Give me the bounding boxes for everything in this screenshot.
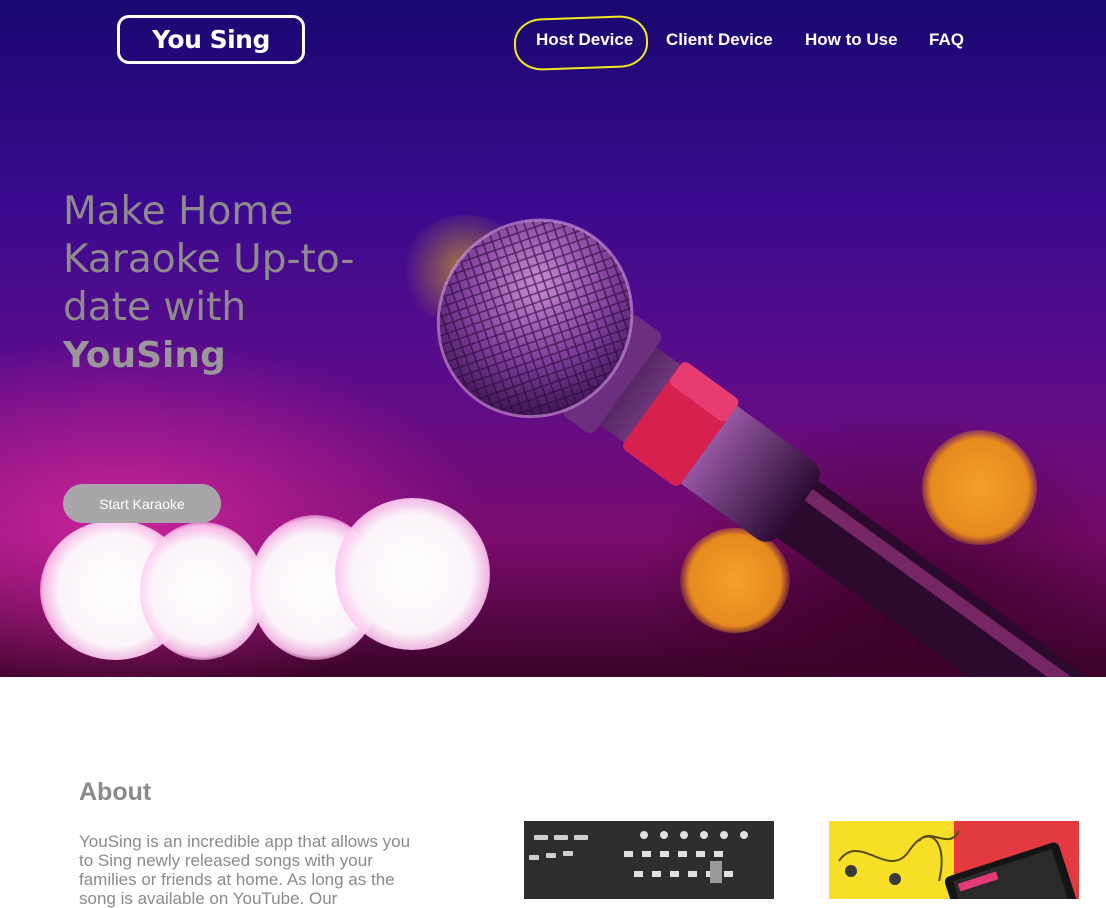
- nav-faq[interactable]: FAQ: [929, 30, 964, 50]
- start-karaoke-button[interactable]: Start Karaoke: [63, 484, 221, 523]
- nav-client-device[interactable]: Client Device: [666, 30, 773, 50]
- logo-text: You Sing: [152, 25, 270, 54]
- logo[interactable]: You Sing: [117, 15, 305, 64]
- hero-brand: YouSing: [63, 335, 226, 376]
- hero-headline: Make Home Karaoke Up-to-date with: [63, 189, 355, 330]
- nav-host-device[interactable]: Host Device: [536, 30, 633, 50]
- hero-banner: You Sing Host Device Client Device How t…: [0, 0, 1106, 677]
- nav-how-to-use[interactable]: How to Use: [805, 30, 898, 50]
- about-heading: About: [79, 778, 152, 806]
- mixer-image: [524, 821, 774, 899]
- headphones-phone-image: [829, 821, 1079, 899]
- about-body: YouSing is an incredible app that allows…: [79, 832, 411, 908]
